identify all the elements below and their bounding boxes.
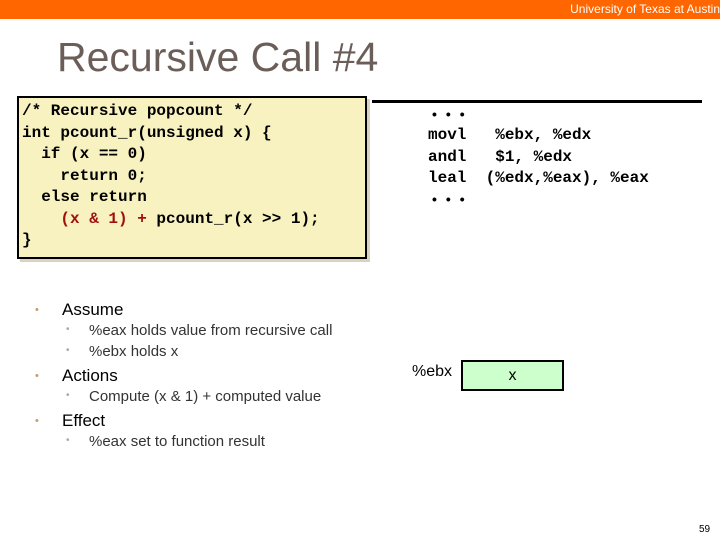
page-number: 59 <box>699 524 711 535</box>
asm-line: andl $1, %edx <box>428 147 573 166</box>
bullet-assume: Assume <box>62 300 124 319</box>
ellipsis-bottom: ••• <box>432 191 474 207</box>
bullet-dot: • <box>35 370 39 382</box>
sub-bullet: Compute (x & 1) + computed value <box>89 388 322 405</box>
ellipsis-top: ••• <box>432 106 474 122</box>
code-line: if (x == 0) <box>22 145 147 163</box>
asm-line: movl %ebx, %edx <box>428 126 592 144</box>
sub-bullet: %ebx holds x <box>89 343 179 360</box>
code-line: return 0; <box>22 166 147 185</box>
slide-title: Recursive Call #4 <box>57 34 379 80</box>
register-value-box: x <box>461 360 564 391</box>
code-line: int pcount_r(unsigned x) { <box>22 123 272 142</box>
bullet-dot: • <box>66 435 70 446</box>
bullet-dot: • <box>35 304 39 316</box>
assembly-divider <box>372 100 702 103</box>
code-line: pcount_r(x >> 1); <box>146 209 320 228</box>
c-code: /* Recursive popcount */ int pcount_r(un… <box>22 101 320 252</box>
code-line: /* Recursive popcount */ <box>22 102 253 120</box>
asm-line: leal (%edx,%eax), %eax <box>428 169 649 187</box>
bullet-effect: Effect <box>62 411 106 430</box>
bullet-dot: • <box>66 345 70 356</box>
sub-bullet: %eax holds value from recursive call <box>89 322 333 339</box>
assembly-code: movl %ebx, %edx andl $1, %edx leal (%edx… <box>428 125 649 190</box>
c-code-box: /* Recursive popcount */ int pcount_r(un… <box>17 96 367 259</box>
bullet-dot: • <box>35 415 39 427</box>
code-line: else return <box>22 188 147 206</box>
bullet-actions: Actions <box>62 366 118 385</box>
bullet-dot: • <box>66 324 70 335</box>
register-label: %ebx <box>412 363 453 380</box>
code-line: } <box>22 231 32 249</box>
code-highlight: (x & 1) + <box>22 209 147 228</box>
institution-name: University of Texas at Austin <box>570 2 720 16</box>
sub-bullet: %eax set to function result <box>89 433 265 450</box>
header-bar: University of Texas at Austin <box>0 0 720 19</box>
bullet-dot: • <box>66 390 70 401</box>
